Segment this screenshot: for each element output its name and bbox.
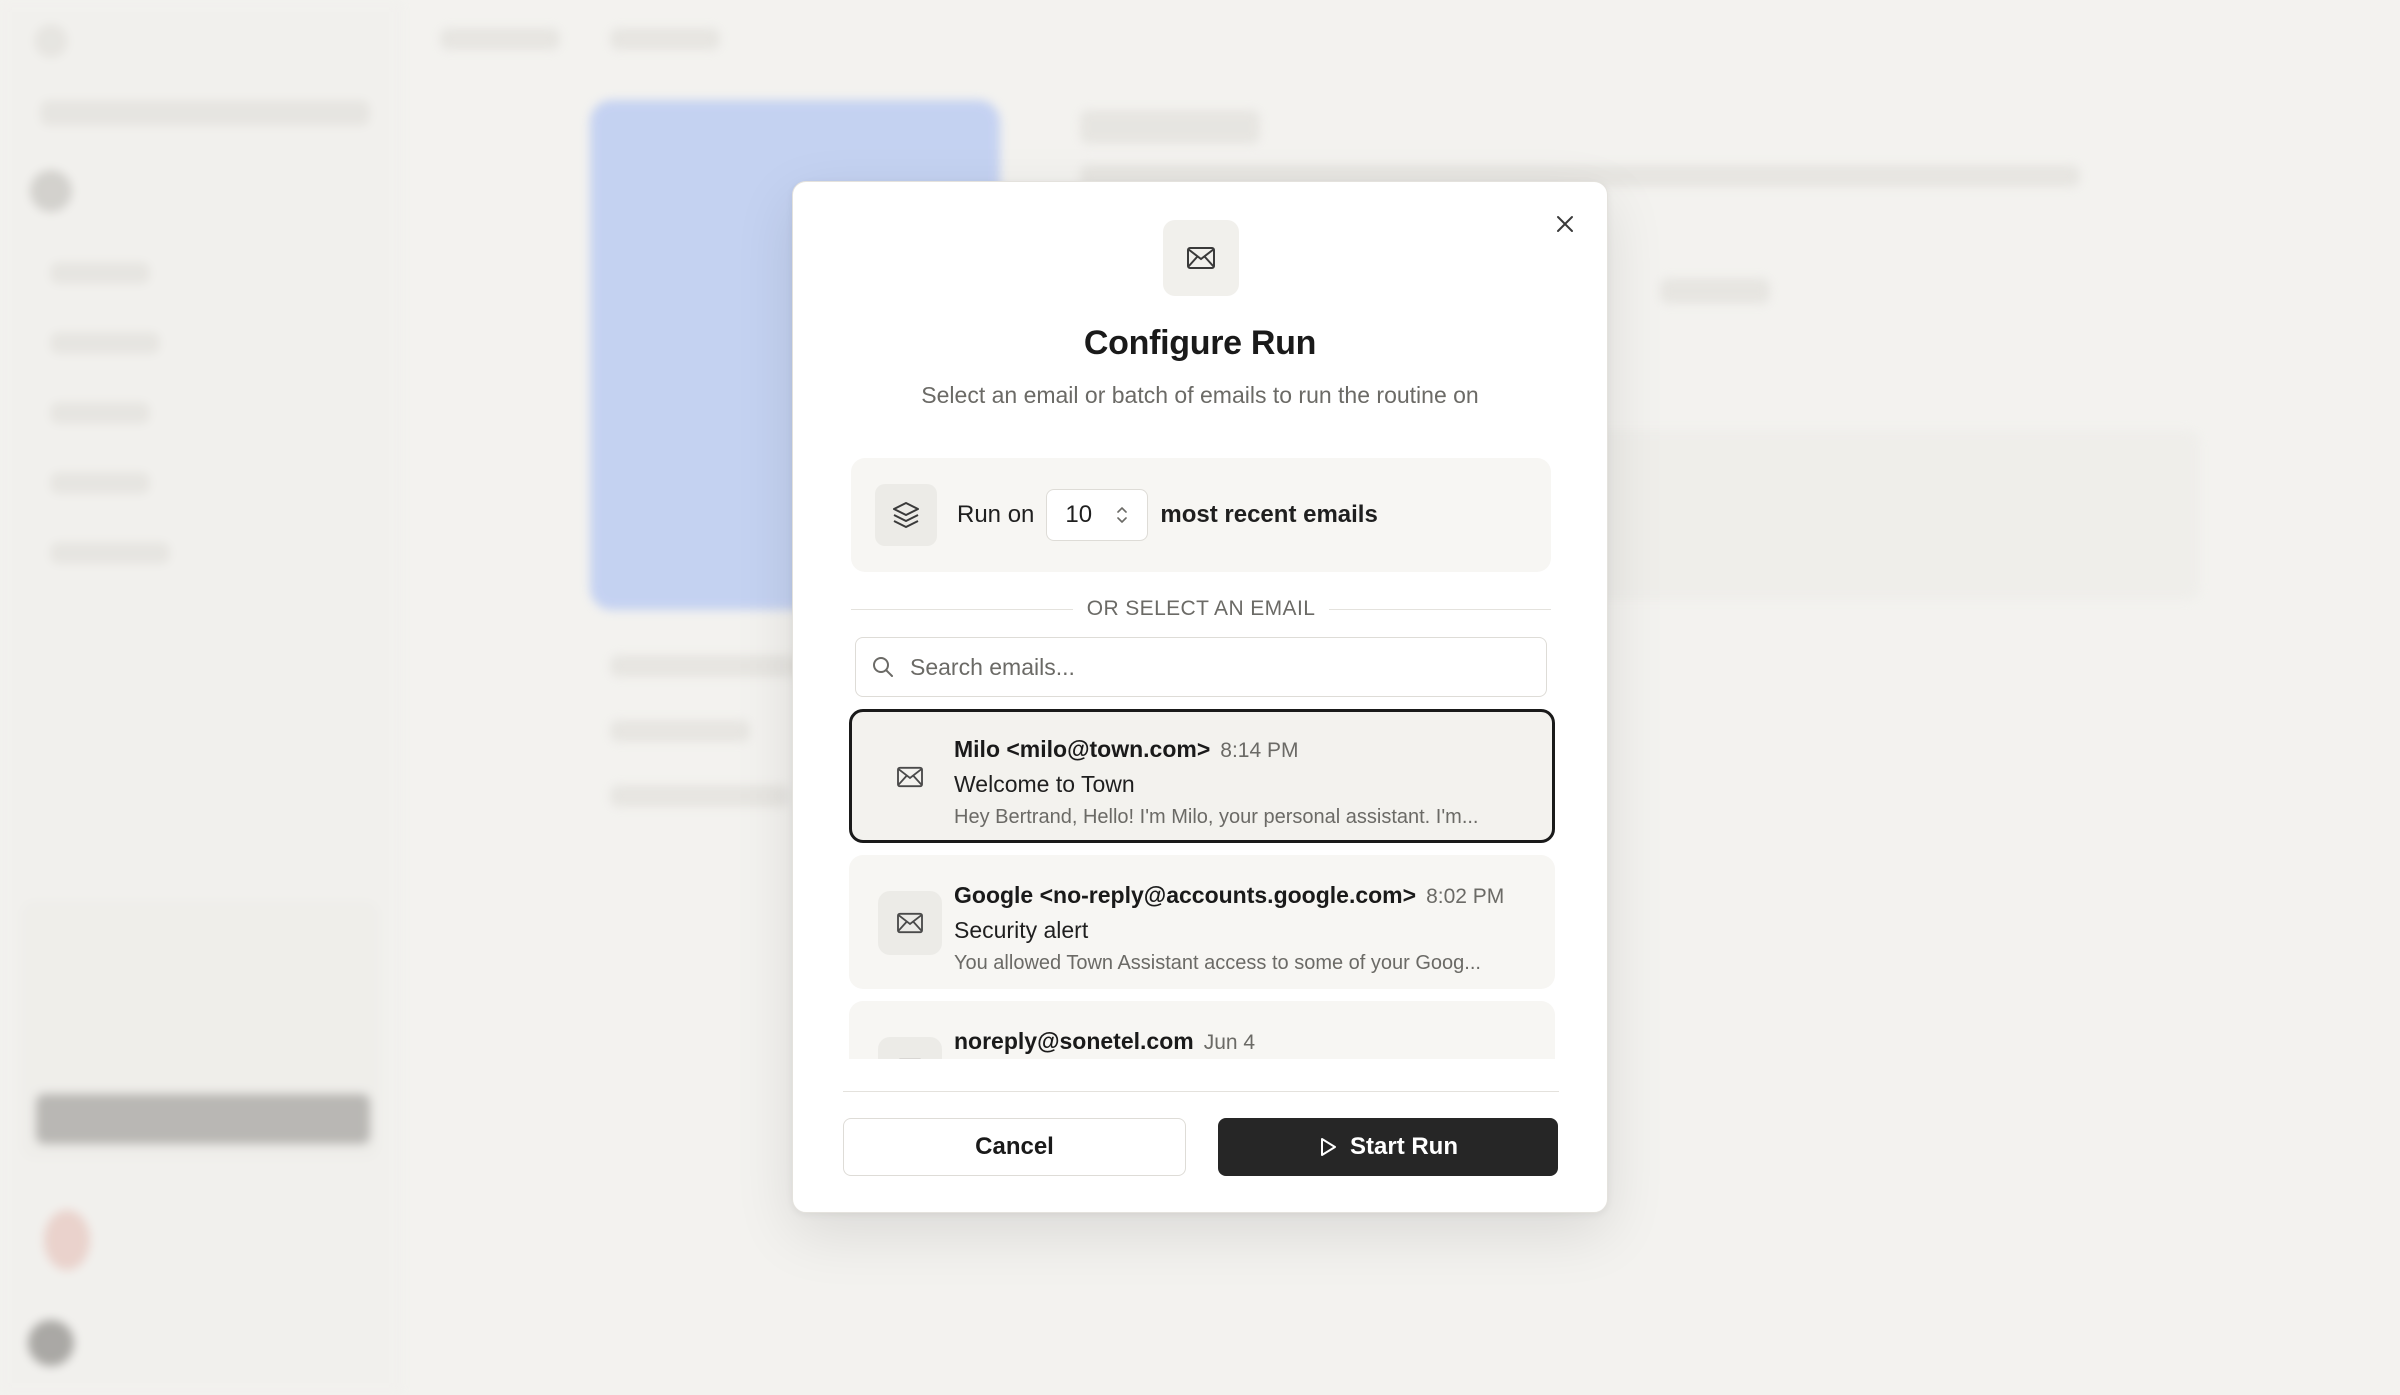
batch-suffix-label: most recent emails — [1160, 501, 1378, 528]
email-sender: Milo <milo@town.com> — [954, 736, 1211, 762]
mail-icon — [897, 912, 923, 934]
email-list-item-milo[interactable]: Milo <milo@town.com> 8:14 PM Welcome to T… — [849, 709, 1555, 843]
mail-icon — [1187, 247, 1215, 269]
close-button[interactable] — [1545, 204, 1585, 244]
configure-run-dialog: Configure Run Select an email or batch o… — [792, 181, 1608, 1213]
or-divider-label: OR SELECT AN EMAIL — [1086, 597, 1316, 620]
email-preview: Hey Bertrand, Hello! I'm Milo, your pers… — [954, 806, 1479, 828]
email-sender: Google <no-reply@accounts.google.com> — [954, 882, 1417, 908]
header-icon-tile — [1163, 220, 1239, 296]
search-input[interactable] — [908, 652, 1512, 682]
cancel-button-label: Cancel — [975, 1133, 1054, 1160]
dialog-title: Configure Run — [1083, 324, 1317, 362]
email-icon-tile — [878, 891, 942, 955]
email-subject: Welcome to Town — [954, 771, 1135, 797]
email-sender: noreply@sonetel.com — [954, 1028, 1194, 1054]
email-list-item-google[interactable]: Google <no-reply@accounts.google.com> 8:0… — [849, 855, 1555, 989]
mail-icon — [898, 1058, 922, 1059]
background-sidebar — [0, 0, 401, 1395]
close-icon — [1557, 216, 1573, 232]
batch-prefix-label: Run on — [957, 501, 1035, 528]
dialog-subtitle: Select an email or batch of emails to ru… — [921, 382, 1479, 408]
email-icon-tile — [878, 1037, 942, 1059]
batch-run-option[interactable]: Run on 10 most recent emails — [851, 458, 1551, 572]
email-list[interactable]: Milo <milo@town.com> 8:14 PM Welcome to T… — [849, 709, 1555, 1059]
updown-chevron-icon[interactable] — [1115, 503, 1129, 527]
footer-divider — [843, 1091, 1559, 1092]
search-icon — [873, 657, 893, 677]
start-run-button[interactable]: Start Run — [1218, 1118, 1558, 1176]
play-icon — [1321, 1138, 1336, 1156]
start-run-button-label: Start Run — [1350, 1133, 1458, 1160]
email-preview: You allowed Town Assistant access to som… — [954, 952, 1481, 974]
email-time: 8:14 PM — [1220, 739, 1299, 762]
cancel-button[interactable]: Cancel — [843, 1118, 1186, 1176]
or-divider: OR SELECT AN EMAIL — [851, 594, 1551, 624]
layers-icon — [893, 502, 919, 528]
search-box[interactable] — [855, 637, 1547, 697]
mail-icon — [897, 766, 923, 788]
batch-icon-tile — [875, 484, 937, 546]
email-subject: Security alert — [954, 917, 1089, 943]
email-icon-tile — [878, 745, 942, 809]
email-time: Jun 4 — [1203, 1031, 1256, 1054]
email-count-value: 10 — [1065, 501, 1093, 528]
email-count-stepper[interactable]: 10 — [1046, 489, 1149, 541]
email-list-item-sonetel[interactable]: noreply@sonetel.com Jun 4 — [849, 1001, 1555, 1059]
email-time: 8:02 PM — [1426, 885, 1505, 908]
